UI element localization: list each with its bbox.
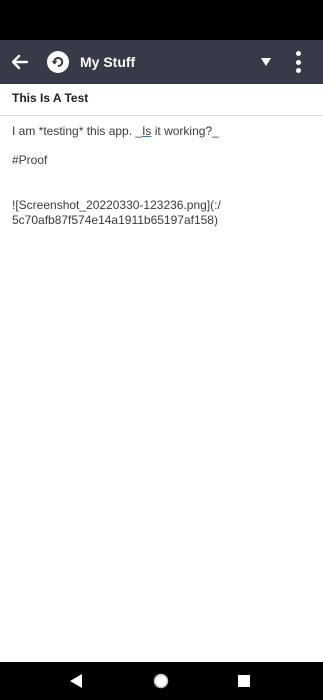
- status-bar: [0, 0, 323, 40]
- note-title-field[interactable]: [12, 91, 312, 105]
- nav-recents-button[interactable]: [234, 671, 254, 691]
- folder-title[interactable]: My Stuff: [80, 53, 135, 71]
- sync-button[interactable]: [47, 51, 69, 73]
- sync-icon: [51, 57, 64, 67]
- more-vert-icon: [295, 51, 301, 56]
- arrow-left-icon: [11, 54, 29, 70]
- caret-down-icon: [261, 58, 271, 66]
- app-bar: My Stuff: [0, 40, 323, 84]
- nav-home-icon: [153, 673, 169, 689]
- nav-home-button[interactable]: [151, 671, 171, 691]
- more-options-button[interactable]: [288, 50, 308, 74]
- folder-dropdown-button[interactable]: [256, 52, 276, 72]
- body-line-3: ![Screenshot_20220330-123236.png](:/: [12, 198, 221, 212]
- nav-back-button[interactable]: [66, 671, 86, 691]
- note-title-row: [0, 84, 323, 116]
- nav-back-icon: [70, 674, 82, 688]
- body-line-2: #Proof: [12, 153, 48, 167]
- system-nav-bar: [0, 662, 323, 700]
- body-line-1: I am *testing* this app. _Is it working?…: [12, 124, 219, 138]
- nav-recents-icon: [238, 675, 250, 687]
- note-body-editor[interactable]: I am *testing* this app. _Is it working?…: [12, 124, 312, 228]
- back-button[interactable]: [6, 48, 34, 76]
- body-line-4: 5c70afb87f574e14a1911b65197af158): [12, 213, 218, 227]
